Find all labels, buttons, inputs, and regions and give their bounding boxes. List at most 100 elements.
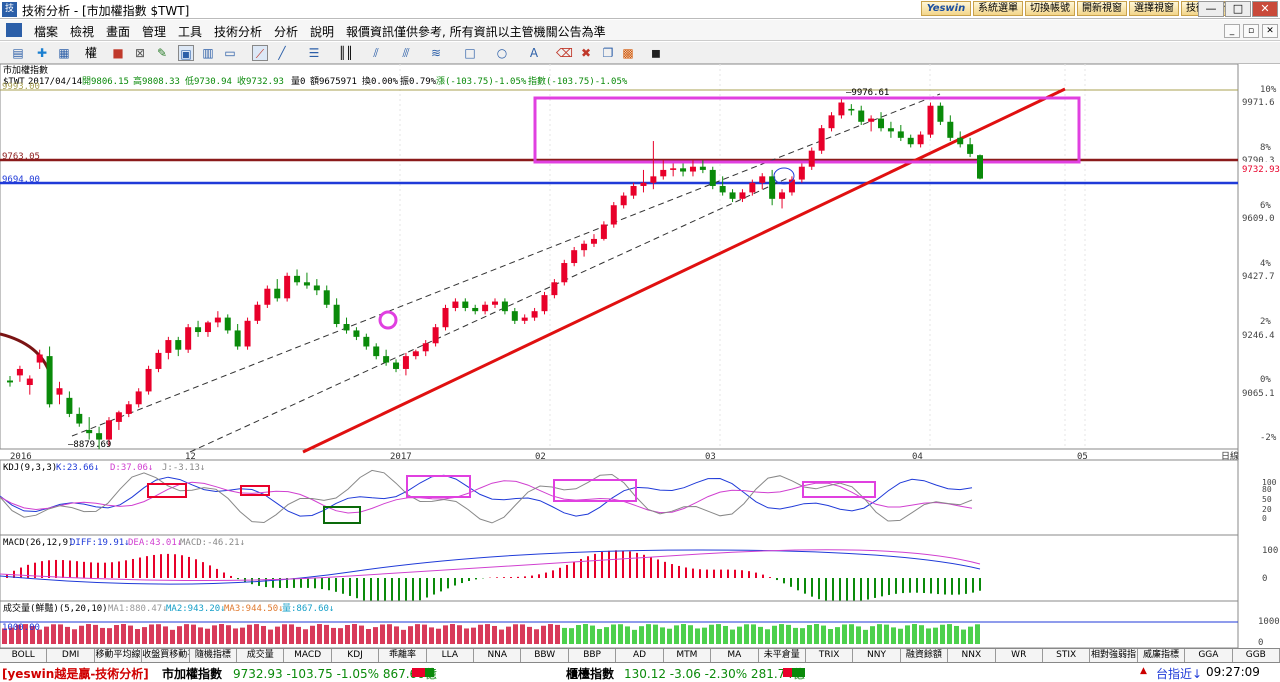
weight-dropdown[interactable]: 權 [80, 45, 102, 61]
tab-15[interactable]: MA [711, 649, 759, 663]
menu-analysis[interactable]: 分析 [274, 23, 298, 40]
tab-10[interactable]: NNA [474, 649, 522, 663]
candle-body [610, 205, 617, 225]
status-futures-label[interactable]: 台指近↓ [1156, 665, 1202, 682]
ellipse-icon[interactable]: ○ [494, 45, 510, 61]
tab-11[interactable]: BBW [521, 649, 569, 663]
window-icon[interactable]: ▣ [178, 45, 194, 61]
volume-bar [205, 628, 210, 644]
maximize-button[interactable]: □ [1225, 1, 1251, 17]
tab-4[interactable]: 隨機指標 [190, 649, 238, 663]
hline-icon[interactable]: ╱ [274, 45, 290, 61]
vline-icon[interactable]: ☰ [306, 45, 322, 61]
tab-21[interactable]: WR [996, 649, 1043, 663]
volume-value: 量:867.60↓ [282, 603, 334, 614]
tab-12[interactable]: BBP [569, 649, 617, 663]
palette-icon[interactable]: ▩ [620, 45, 636, 61]
volume-bar [814, 624, 819, 644]
tab-24[interactable]: 威廉指標 [1138, 649, 1186, 663]
menu-manage[interactable]: 管理 [142, 23, 166, 40]
channel-icon[interactable]: ⫽ [368, 45, 384, 61]
fib-icon[interactable]: ║║ [338, 45, 354, 61]
tab-16[interactable]: 未平倉量 [759, 649, 806, 663]
tab-5[interactable]: 成交量 [237, 649, 285, 663]
save-icon[interactable]: ◼ [648, 45, 664, 61]
delete-icon[interactable]: ✖ [578, 45, 594, 61]
export-icon[interactable]: ⊠ [132, 45, 148, 61]
candle-body [303, 282, 310, 286]
system-menu-button[interactable]: 系統選單 [973, 1, 1023, 16]
tab-0[interactable]: BOLL [0, 649, 48, 663]
copy-icon[interactable]: ❐ [600, 45, 616, 61]
tab-14[interactable]: MTM [664, 649, 712, 663]
chart-icon[interactable]: ▥ [200, 45, 216, 61]
info-vol: 量0 [291, 76, 305, 87]
volume-bar [583, 624, 588, 644]
parallel-icon[interactable]: ≋ [428, 45, 444, 61]
tab-23[interactable]: 相對強弱指 [1090, 649, 1138, 663]
menu-technical-analysis[interactable]: 技術分析 [214, 23, 262, 40]
volume-bar [569, 628, 574, 644]
chart-area[interactable]: 市加權指數 $TWT 2017/04/14 開9806.15 高9808.33 … [0, 64, 1280, 648]
indicator-tab-bar: BOLLDMI移動平均線收盤買移動平隨機指標成交量MACDKDJ乖離率LLANN… [0, 648, 1280, 663]
tab-8[interactable]: 乖離率 [379, 649, 427, 663]
candle-body [145, 368, 152, 392]
volume-bar [317, 624, 322, 644]
candle-body [125, 404, 132, 414]
mdi-close-button[interactable]: ✕ [1262, 24, 1278, 38]
volume-bar [723, 625, 728, 644]
mdi-icon[interactable] [6, 23, 22, 37]
menu-tools[interactable]: 工具 [178, 23, 202, 40]
tab-7[interactable]: KDJ [332, 649, 380, 663]
volume-bar [86, 624, 91, 644]
menu-help[interactable]: 說明 [310, 23, 334, 40]
tab-1[interactable]: DMI [47, 649, 95, 663]
volume-bar [548, 624, 553, 644]
erase-icon[interactable]: ⌫ [556, 45, 573, 61]
menu-file[interactable]: 檔案 [34, 23, 58, 40]
tab-19[interactable]: 融資餘額 [901, 649, 949, 663]
close-button[interactable]: ✕ [1252, 1, 1278, 17]
tab-2[interactable]: 移動平均線 [95, 649, 143, 663]
candle-body [838, 102, 845, 116]
menu-view[interactable]: 檢視 [70, 23, 94, 40]
tab-3[interactable]: 收盤買移動平 [142, 649, 190, 663]
layout-icon[interactable]: ▤ [10, 45, 26, 61]
volume-bar [744, 624, 749, 644]
tab-26[interactable]: GGB [1233, 649, 1280, 663]
edit-icon[interactable]: ✎ [154, 45, 170, 61]
line-icon[interactable]: ⟋ [252, 45, 268, 61]
select-window-button[interactable]: 選擇視窗 [1129, 1, 1179, 16]
tab-22[interactable]: STIX [1043, 649, 1091, 663]
tab-25[interactable]: GGA [1185, 649, 1233, 663]
text-icon[interactable]: A [526, 45, 542, 61]
tab-13[interactable]: AD [616, 649, 664, 663]
tab-6[interactable]: MACD [284, 649, 332, 663]
grid-icon[interactable]: ▦ [56, 45, 72, 61]
mdi-restore-button[interactable]: ▫ [1243, 24, 1259, 38]
candle-body [917, 134, 924, 145]
info-low: 低9730.94 [185, 75, 232, 87]
volume-bar [310, 625, 315, 644]
volume-bar [891, 627, 896, 644]
tab-18[interactable]: NNY [853, 649, 901, 663]
tab-20[interactable]: NNX [948, 649, 996, 663]
hline-label: 9694.00 [2, 175, 40, 185]
crosshair-icon[interactable]: ✚ [34, 45, 50, 61]
rect-icon[interactable]: □ [462, 45, 478, 61]
new-window-button[interactable]: 開新視窗 [1077, 1, 1127, 16]
menu-canvas[interactable]: 畫面 [106, 23, 130, 40]
tab-17[interactable]: TRIX [806, 649, 854, 663]
gann-icon[interactable]: ⫻ [398, 45, 414, 61]
candle-body [640, 182, 647, 186]
switch-account-button[interactable]: 切換帳號 [1025, 1, 1075, 16]
pointer-icon[interactable]: ▭ [222, 45, 238, 61]
tab-9[interactable]: LLA [427, 649, 475, 663]
alert-icon[interactable]: ▲ [1140, 666, 1147, 676]
color-icon[interactable]: ■ [110, 45, 126, 61]
yeswin-logo-button[interactable]: Yeswin [921, 1, 971, 16]
minimize-button[interactable]: — [1198, 1, 1224, 17]
chart-svg[interactable]: 市加權指數 $TWT 2017/04/14 開9806.15 高9808.33 … [0, 64, 1280, 648]
volume-bar [674, 625, 679, 644]
mdi-minimize-button[interactable]: _ [1224, 24, 1240, 38]
